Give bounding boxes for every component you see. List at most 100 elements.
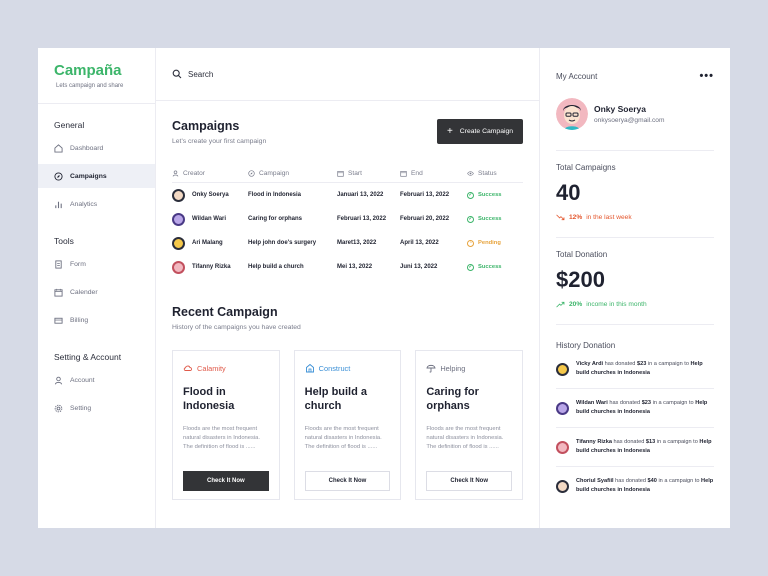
column-label: End bbox=[411, 170, 423, 177]
stat-value: 40 bbox=[556, 180, 581, 205]
stat-delta: 12% in the last week bbox=[556, 214, 714, 221]
history-text: Tifanny Rizka has donated $13 in a campa… bbox=[576, 438, 714, 456]
check-icon: ✓ bbox=[467, 215, 474, 223]
history-text: Wildan Wari has donated $23 in a campaig… bbox=[576, 399, 714, 417]
sidebar-item-setting[interactable]: Setting bbox=[38, 396, 155, 420]
avatar[interactable] bbox=[556, 98, 588, 130]
history-connector: in a campaign to bbox=[656, 439, 698, 445]
campaigns-table: Creator Campaign Start End Status Onky S… bbox=[172, 165, 523, 279]
sidebar-section-setting-account: Setting & Account bbox=[54, 352, 122, 362]
table-row[interactable]: Wildan Wari Caring for orphans Februari … bbox=[172, 207, 523, 231]
sidebar-section-tools: Tools bbox=[54, 236, 74, 246]
donation-amount: $13 bbox=[645, 439, 656, 445]
search-input[interactable]: Search bbox=[156, 48, 539, 101]
column-creator[interactable]: Creator bbox=[172, 170, 248, 177]
donor-name: Tifanny Rizka bbox=[576, 439, 612, 445]
sidebar-item-label: Campaigns bbox=[70, 172, 107, 180]
list-item[interactable]: Vicky Ardi has donated $23 in a campaign… bbox=[556, 350, 714, 389]
card-tag: Calamity bbox=[183, 363, 269, 373]
table-row[interactable]: Onky Soerya Flood in Indonesia Januari 1… bbox=[172, 183, 523, 207]
brand: Campaña Lets campaign and share bbox=[38, 62, 155, 89]
donation-amount: $40 bbox=[647, 478, 657, 484]
sidebar: Campaña Lets campaign and share General … bbox=[38, 48, 156, 528]
column-end[interactable]: End bbox=[400, 170, 467, 177]
check-it-now-button[interactable]: Check It Now bbox=[426, 471, 513, 491]
sidebar-item-campaigns[interactable]: Campaigns bbox=[38, 164, 155, 188]
search-icon bbox=[172, 69, 182, 79]
history-verb: has donated bbox=[609, 400, 641, 406]
end-date: April 13, 2022 bbox=[400, 240, 439, 246]
history-verb: has donated bbox=[613, 439, 645, 445]
avatar bbox=[172, 260, 185, 274]
recent-campaign-section: Recent Campaign History of the campaigns… bbox=[172, 305, 524, 500]
avatar bbox=[556, 402, 569, 415]
history-connector: in a campaign to bbox=[652, 400, 694, 406]
sidebar-item-calender[interactable]: Calender bbox=[38, 280, 155, 304]
sidebar-item-form[interactable]: Form bbox=[38, 252, 155, 276]
sidebar-item-analytics[interactable]: Analytics bbox=[38, 192, 155, 216]
delta-percent: 12% bbox=[569, 214, 583, 221]
sidebar-item-dashboard[interactable]: Dashboard bbox=[38, 136, 155, 160]
donation-amount: $23 bbox=[636, 361, 647, 367]
create-campaign-label: Create Campaign bbox=[459, 128, 514, 135]
account-title: My Account bbox=[556, 71, 598, 81]
app-window: Campaña Lets campaign and share General … bbox=[38, 48, 730, 528]
sidebar-item-label: Billing bbox=[70, 316, 89, 324]
check-it-now-button[interactable]: Check It Now bbox=[183, 471, 269, 491]
stat-delta: 20% income in this month bbox=[556, 301, 714, 308]
history-verb: has donated bbox=[604, 361, 636, 367]
campaign-card: Calamity Flood in Indonesia Floods are t… bbox=[172, 350, 280, 500]
campaign-card: Construct Help build a church Floods are… bbox=[293, 350, 402, 500]
more-options-icon[interactable]: ••• bbox=[699, 70, 714, 82]
table-row[interactable]: Tifanny Rizka Help build a church Mei 13… bbox=[172, 255, 523, 279]
creator-cell: Ari Malang bbox=[172, 236, 248, 250]
status-label: Success bbox=[478, 264, 502, 270]
end-date: Februari 13, 2022 bbox=[400, 192, 450, 198]
avatar bbox=[172, 212, 185, 226]
main-body: Campaigns Let's create your first campai… bbox=[156, 101, 539, 500]
sidebar-item-label: Dashboard bbox=[70, 144, 104, 152]
card-description: Floods are the most frequent natural dis… bbox=[183, 426, 261, 450]
list-item[interactable]: Choriul Syafiil has donated $40 in a cam… bbox=[556, 467, 714, 505]
sidebar-item-label: Analytics bbox=[70, 200, 98, 208]
compass-icon bbox=[248, 170, 255, 177]
umbrella-icon bbox=[426, 364, 436, 373]
campaign-cards: Calamity Flood in Indonesia Floods are t… bbox=[172, 350, 524, 500]
status-badge: ◔ Pending bbox=[467, 239, 522, 247]
create-campaign-button[interactable]: + Create Campaign bbox=[437, 119, 523, 144]
sidebar-item-account[interactable]: Account bbox=[38, 368, 155, 392]
delta-note: in the last week bbox=[586, 214, 632, 221]
column-label: Creator bbox=[183, 170, 205, 177]
avatar bbox=[556, 480, 569, 493]
history-verb: has donated bbox=[615, 478, 646, 484]
table-row[interactable]: Ari Malang Help john doe's surgery Maret… bbox=[172, 231, 523, 255]
sidebar-item-billing[interactable]: Billing bbox=[38, 308, 155, 332]
cloud-icon bbox=[183, 365, 192, 371]
creator-cell: Onky Soerya bbox=[172, 188, 248, 202]
history-connector: in a campaign to bbox=[647, 361, 689, 367]
page-subtitle: Let's create your first campaign bbox=[172, 138, 267, 145]
creator-cell: Tifanny Rizka bbox=[172, 260, 248, 274]
brand-logo[interactable]: Campaña bbox=[54, 62, 139, 79]
sidebar-item-label: Form bbox=[70, 260, 86, 268]
history-text: Vicky Ardi has donated $23 in a campaign… bbox=[576, 360, 714, 378]
card-icon bbox=[54, 317, 63, 324]
column-start[interactable]: Start bbox=[337, 170, 400, 177]
delta-percent: 20% bbox=[569, 301, 583, 308]
campaign-name: Help build a church bbox=[248, 264, 304, 270]
check-it-now-button[interactable]: Check It Now bbox=[304, 471, 391, 491]
calendar-icon bbox=[54, 288, 63, 297]
status-label: Success bbox=[478, 216, 502, 222]
eye-icon bbox=[467, 171, 474, 176]
start-date: Januari 13, 2022 bbox=[337, 192, 384, 198]
status-badge: ✓ Success bbox=[467, 215, 522, 223]
list-item[interactable]: Wildan Wari has donated $23 in a campaig… bbox=[556, 389, 714, 428]
status-label: Success bbox=[478, 192, 502, 198]
avatar bbox=[172, 188, 185, 202]
donor-name: Wildan Wari bbox=[576, 400, 608, 406]
avatar bbox=[172, 236, 185, 250]
list-item[interactable]: Tifanny Rizka has donated $13 in a campa… bbox=[556, 428, 714, 467]
column-label: Status bbox=[478, 170, 497, 177]
column-campaign[interactable]: Campaign bbox=[248, 170, 337, 177]
column-status[interactable]: Status bbox=[467, 170, 522, 177]
